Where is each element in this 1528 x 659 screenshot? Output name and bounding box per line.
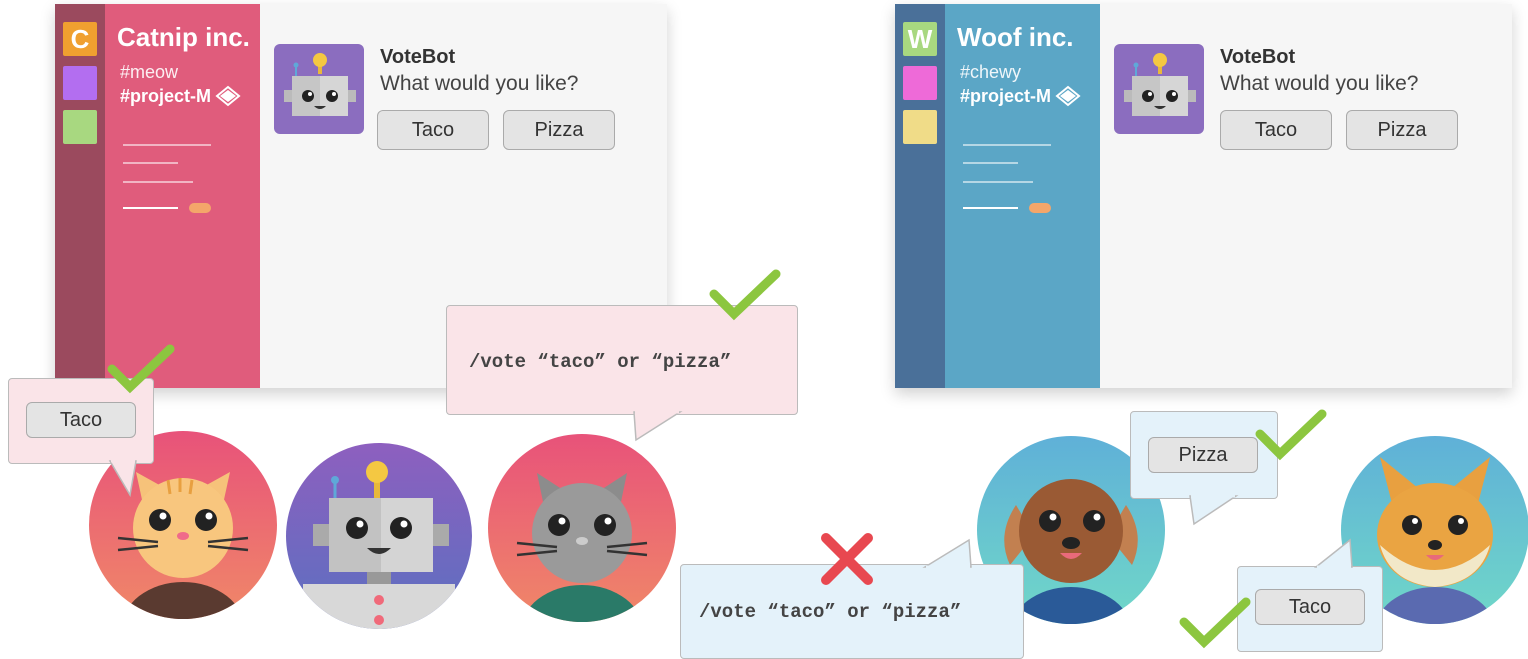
taco-button[interactable]: Taco (377, 110, 489, 150)
workspace-tile[interactable] (63, 66, 97, 100)
command-text: /vote “taco” or “pizza” (469, 351, 732, 373)
channel-sidebar: Catnip inc. #meow #project-M (105, 4, 260, 388)
workspace-rail: C (55, 4, 105, 388)
channel-label: #project-M (120, 86, 212, 106)
workspace-name: Catnip inc. (117, 22, 250, 52)
placeholder-line (963, 162, 1018, 164)
bubble-tail (633, 410, 683, 442)
gray-cat-avatar (488, 434, 676, 622)
bot-name: VoteBot (1220, 46, 1296, 68)
placeholder-line (123, 144, 211, 146)
bubble-tail (108, 459, 137, 498)
fox-vote-bubble: Taco (1237, 566, 1383, 652)
message-pane: VoteBot What would you like? Taco Pizza (1100, 4, 1512, 388)
placeholder-line (123, 207, 178, 209)
placeholder-line (963, 181, 1033, 183)
bot-name: VoteBot (380, 46, 456, 68)
workspace-tile-active[interactable]: C (63, 22, 97, 56)
taco-vote-button[interactable]: Taco (26, 402, 136, 438)
bot-message: What would you like? (1220, 72, 1419, 95)
workspace-tile[interactable] (903, 66, 937, 100)
pizza-vote-button[interactable]: Pizza (1148, 437, 1258, 473)
check-icon (1255, 409, 1327, 461)
workspace-rail: W (895, 4, 945, 388)
unread-pill (189, 203, 211, 213)
robot-icon (1124, 53, 1196, 116)
diamond-icon (1055, 85, 1081, 107)
bot-avatar (1114, 44, 1204, 134)
cross-icon (821, 533, 873, 585)
unread-pill (1029, 203, 1051, 213)
workspace-tile-active[interactable]: W (903, 22, 937, 56)
check-icon (107, 344, 175, 394)
channel-label: #project-M (960, 86, 1052, 106)
bubble-tail (922, 538, 972, 569)
channel-item-active[interactable]: #project-M (960, 85, 1081, 107)
command-text: /vote “taco” or “pizza” (699, 601, 962, 623)
channel-sidebar: Woof inc. #chewy #project-M (945, 4, 1100, 388)
robot-avatar (286, 443, 472, 629)
placeholder-line (123, 162, 178, 164)
workspace-name: Woof inc. (957, 22, 1074, 52)
check-icon (1179, 597, 1251, 649)
taco-button[interactable]: Taco (1220, 110, 1332, 150)
check-icon (709, 269, 781, 321)
pizza-button[interactable]: Pizza (1346, 110, 1458, 150)
placeholder-line (963, 207, 1018, 209)
placeholder-line (123, 181, 193, 183)
channel-item[interactable]: #meow (120, 62, 178, 83)
placeholder-line (963, 144, 1051, 146)
bot-avatar (274, 44, 364, 134)
pizza-button[interactable]: Pizza (503, 110, 615, 150)
diamond-icon (215, 85, 241, 107)
bubble-tail (1189, 494, 1239, 526)
taco-vote-button[interactable]: Taco (1255, 589, 1365, 625)
robot-icon (284, 53, 356, 116)
channel-item[interactable]: #chewy (960, 62, 1021, 83)
bubble-tail (1313, 538, 1353, 569)
workspace-tile[interactable] (903, 110, 937, 144)
right-workspace-window: W Woof inc. #chewy #project-M VoteBot Wh… (895, 4, 1512, 388)
channel-item-active[interactable]: #project-M (120, 85, 241, 107)
bot-message: What would you like? (380, 72, 579, 95)
workspace-tile[interactable] (63, 110, 97, 144)
